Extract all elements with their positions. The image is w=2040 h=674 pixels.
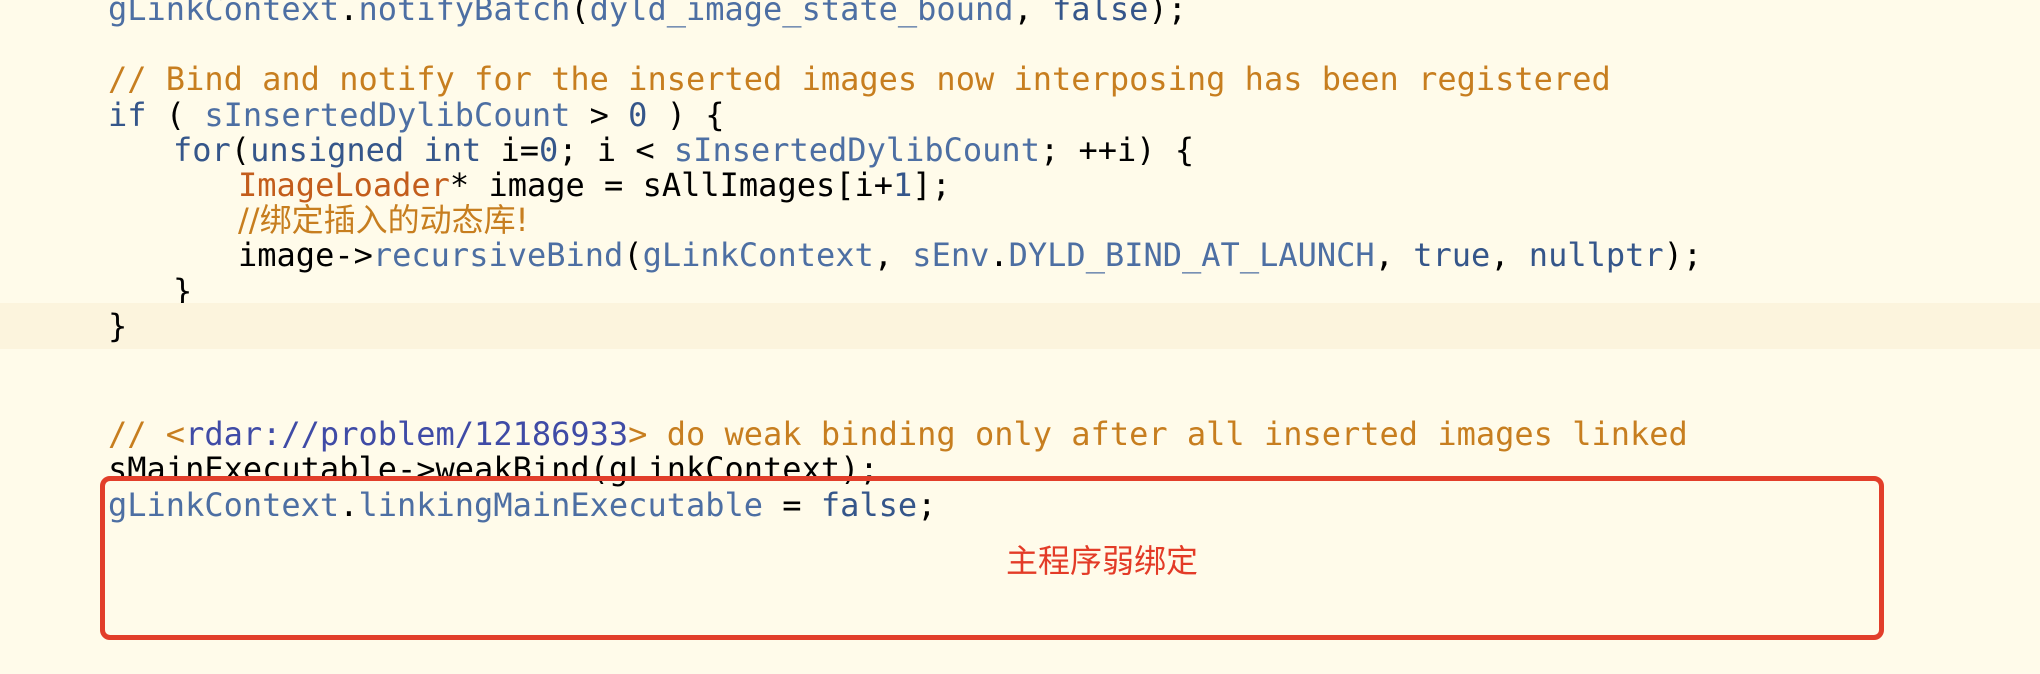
annotation-label: 主程序弱绑定 (1006, 542, 1199, 580)
code-line[interactable] (0, 338, 2040, 384)
highlight-box (100, 476, 1884, 640)
